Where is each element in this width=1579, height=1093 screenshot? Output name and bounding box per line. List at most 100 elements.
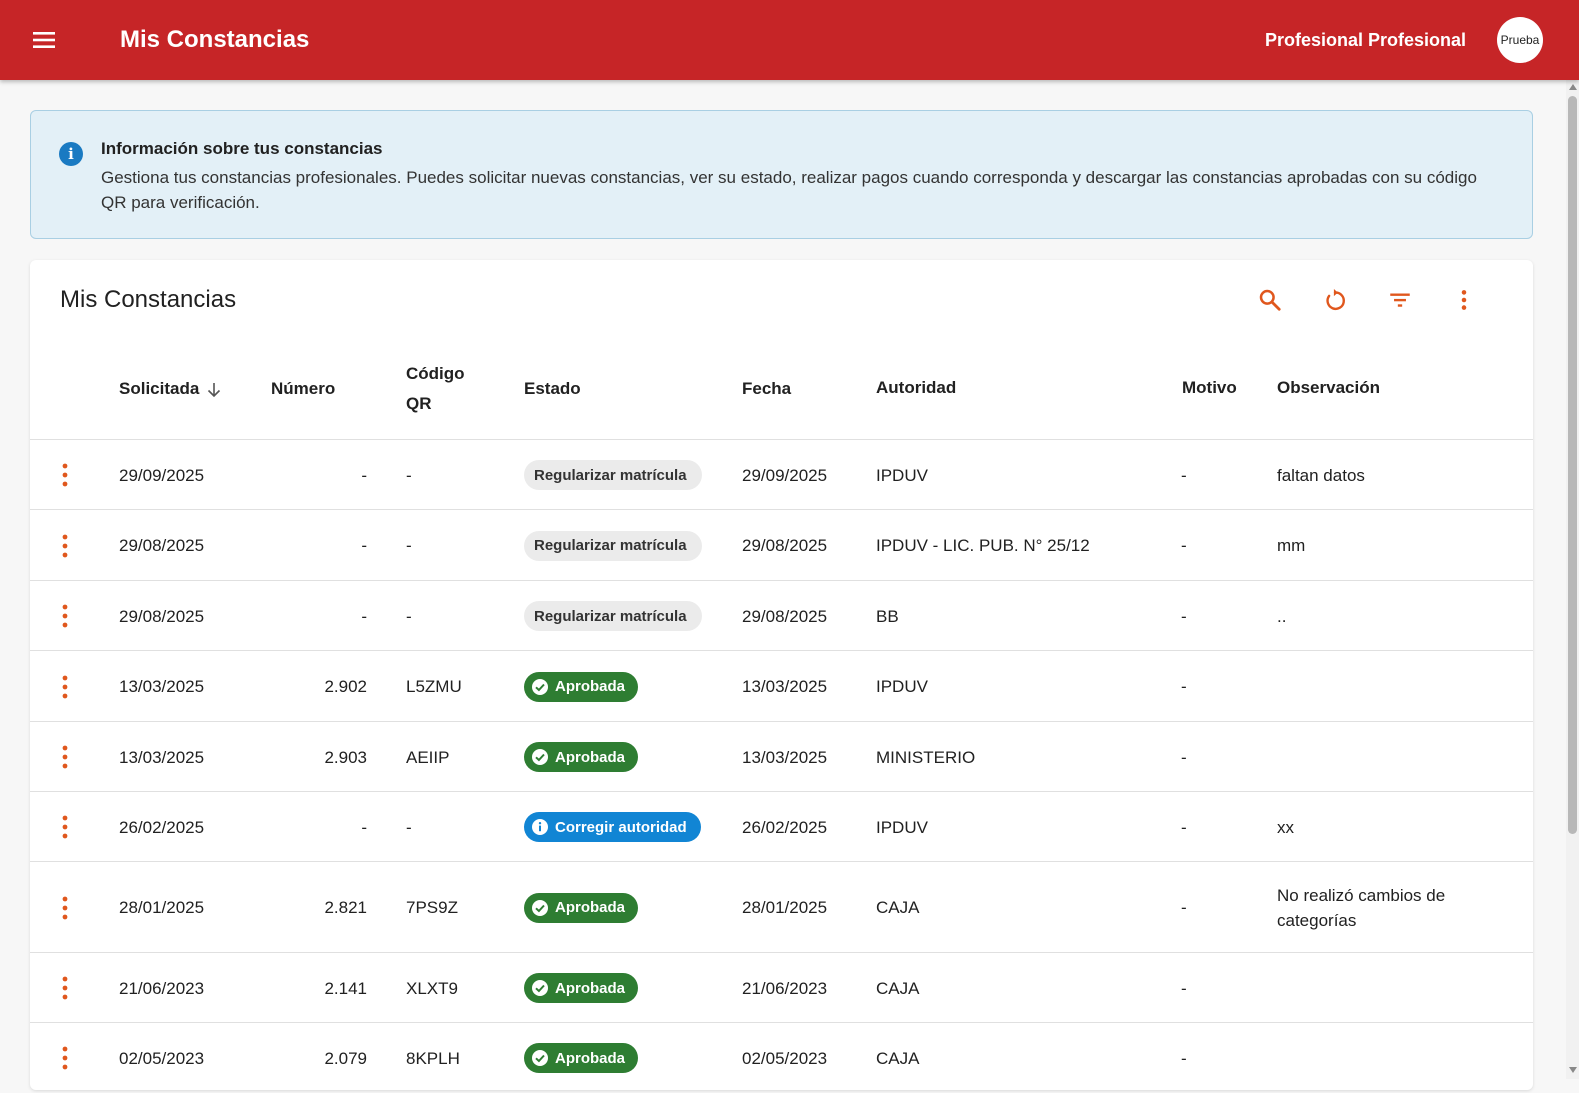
- cell-fecha: 21/06/2023: [742, 978, 828, 998]
- cell-autoridad: CAJA: [876, 898, 920, 917]
- cell-fecha: 29/09/2025: [742, 465, 828, 485]
- user-name[interactable]: Profesional Profesional: [1265, 28, 1466, 52]
- cell-codigo-qr: -: [406, 536, 412, 555]
- cell-fecha: 02/05/2023: [742, 1048, 828, 1068]
- cell-fecha: 26/02/2025: [742, 817, 828, 837]
- table-row[interactable]: 28/01/2025 2.821 7PS9Z Aprobada 28/01/2025 CA…: [30, 861, 1533, 953]
- cell-numero: -: [361, 606, 367, 626]
- scroll-down-arrow[interactable]: [1569, 1067, 1577, 1073]
- column-header-motivo[interactable]: Motivo: [1182, 373, 1237, 403]
- column-header-codigo-qr-line2[interactable]: QR: [406, 389, 432, 419]
- more-vert-icon[interactable]: [1448, 284, 1480, 316]
- row-actions-icon[interactable]: [54, 813, 76, 841]
- cell-numero: -: [361, 465, 367, 485]
- status-label: Aprobada: [555, 979, 626, 997]
- column-header-observacion[interactable]: Observación: [1277, 373, 1380, 403]
- check-circle-icon: [531, 979, 549, 997]
- cell-solicitada: 13/03/2025: [119, 747, 205, 767]
- cell-motivo: -: [1181, 898, 1187, 917]
- column-header-numero[interactable]: Número: [271, 374, 335, 404]
- cell-solicitada: 02/05/2023: [119, 1048, 205, 1068]
- table-row[interactable]: 13/03/2025 2.902 L5ZMU Aprobada 13/03/2025 IP…: [30, 650, 1533, 722]
- cell-solicitada: 26/02/2025: [119, 817, 205, 837]
- cell-observacion: faltan datos: [1277, 465, 1365, 485]
- table-row[interactable]: 13/03/2025 2.903 AEIIP Aprobada 13/03/2025 MI…: [30, 721, 1533, 792]
- cell-autoridad: IPDUV: [876, 677, 928, 696]
- cell-autoridad: CAJA: [876, 1048, 920, 1068]
- card-title: Mis Constancias: [60, 286, 237, 313]
- cell-codigo-qr: -: [406, 606, 412, 626]
- column-header-codigo-qr[interactable]: Código: [406, 359, 465, 389]
- cell-motivo: -: [1181, 978, 1187, 998]
- cell-observacion: mm: [1277, 536, 1306, 555]
- cell-codigo-qr: -: [406, 465, 412, 485]
- check-circle-icon: [531, 678, 549, 696]
- cell-codigo-qr: 8KPLH: [406, 1048, 460, 1068]
- cell-solicitada: 28/01/2025: [119, 898, 205, 917]
- avatar[interactable]: Prueba: [1497, 17, 1543, 63]
- cell-solicitada: 21/06/2023: [119, 978, 205, 998]
- status-label: Aprobada: [555, 899, 626, 916]
- constancias-card: Mis Constancias Solicitada Número Código…: [30, 260, 1533, 1090]
- status-badge: Corregir autoridad: [524, 812, 701, 842]
- cell-codigo-qr: L5ZMU: [406, 677, 462, 696]
- cell-motivo: -: [1181, 536, 1187, 555]
- table-row[interactable]: 29/08/2025 - - Regularizar matrícula 29/08/2…: [30, 509, 1533, 581]
- menu-icon[interactable]: [30, 26, 60, 54]
- scroll-up-arrow[interactable]: [1569, 84, 1577, 90]
- column-header-solicitada[interactable]: Solicitada: [119, 374, 221, 404]
- cell-codigo-qr: -: [406, 817, 412, 837]
- row-actions-icon[interactable]: [54, 974, 76, 1002]
- page-title: Mis Constancias: [120, 26, 310, 53]
- table-row[interactable]: 02/05/2023 2.079 8KPLH Aprobada 02/05/2023 CA…: [30, 1022, 1533, 1093]
- table-row[interactable]: 29/09/2025 - - Regularizar matrícula 29/09/2…: [30, 439, 1533, 510]
- info-title: Información sobre tus constancias: [101, 139, 383, 158]
- table-row[interactable]: 26/02/2025 - - Corregir autoridad 26/02/2025…: [30, 791, 1533, 862]
- cell-fecha: 29/08/2025: [742, 536, 828, 555]
- check-circle-icon: [531, 1049, 549, 1067]
- row-actions-icon[interactable]: [54, 673, 76, 701]
- row-actions-icon[interactable]: [54, 532, 76, 560]
- cell-motivo: -: [1181, 747, 1187, 767]
- cell-numero: 2.141: [324, 978, 367, 998]
- row-actions-icon[interactable]: [54, 894, 76, 922]
- status-badge: Aprobada: [524, 742, 638, 772]
- row-actions-icon[interactable]: [54, 1044, 76, 1072]
- cell-motivo: -: [1181, 465, 1187, 485]
- cell-autoridad: BB: [876, 606, 899, 626]
- cell-numero: 2.079: [324, 1048, 367, 1068]
- refresh-icon[interactable]: [1319, 284, 1351, 316]
- table-row[interactable]: 29/08/2025 - - Regularizar matrícula 29/08/2…: [30, 580, 1533, 651]
- arrow-down-icon[interactable]: [207, 382, 221, 398]
- row-actions-icon[interactable]: [54, 602, 76, 630]
- scroll-thumb[interactable]: [1568, 96, 1577, 834]
- row-actions-icon[interactable]: [54, 743, 76, 771]
- cell-codigo-qr: XLXT9: [406, 978, 458, 998]
- cell-codigo-qr: 7PS9Z: [406, 898, 458, 917]
- cell-fecha: 29/08/2025: [742, 606, 828, 626]
- cell-solicitada: 29/08/2025: [119, 536, 205, 555]
- table-row[interactable]: 21/06/2023 2.141 XLXT9 Aprobada 21/06/2023 CA…: [30, 952, 1533, 1023]
- cell-numero: 2.821: [324, 898, 367, 917]
- cell-motivo: -: [1181, 677, 1187, 696]
- cell-observacion-line2: categorías: [1277, 910, 1357, 930]
- cell-autoridad: IPDUV - LIC. PUB. N° 25/12: [876, 536, 1090, 555]
- status-badge: Aprobada: [524, 671, 638, 702]
- status-badge: Regularizar matrícula: [524, 460, 702, 490]
- cell-codigo-qr: AEIIP: [406, 747, 450, 767]
- cell-numero: 2.902: [324, 677, 367, 696]
- column-header-autoridad[interactable]: Autoridad: [876, 373, 956, 403]
- status-label: Regularizar matrícula: [534, 607, 687, 625]
- status-label: Regularizar matrícula: [534, 466, 687, 484]
- cell-numero: 2.903: [324, 747, 367, 767]
- cell-motivo: -: [1181, 1048, 1187, 1068]
- search-icon[interactable]: [1254, 284, 1286, 316]
- info-text: Gestiona tus constancias profesionales. …: [101, 168, 1477, 212]
- page-scrollbar[interactable]: [1566, 80, 1579, 1079]
- column-header-fecha[interactable]: Fecha: [742, 374, 791, 404]
- row-actions-icon[interactable]: [54, 461, 76, 489]
- column-header-estado[interactable]: Estado: [524, 374, 581, 404]
- filter-icon[interactable]: [1384, 284, 1416, 316]
- cell-numero: -: [361, 817, 367, 837]
- cell-numero: -: [361, 536, 367, 555]
